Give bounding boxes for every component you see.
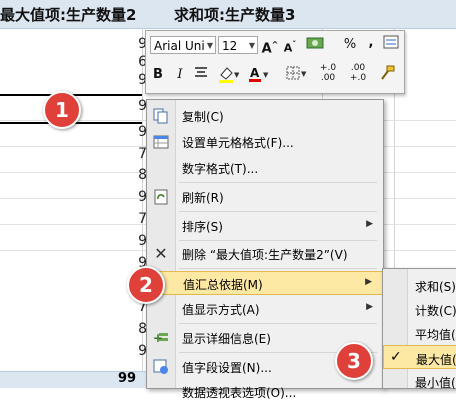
menu-separator	[179, 323, 377, 324]
submenu-item-sum[interactable]: 求和(S)	[383, 273, 456, 297]
menu-item-refresh[interactable]: 刷新(R)	[147, 185, 383, 209]
decrease-decimal-sub: +.0	[349, 73, 367, 83]
decrease-decimal-label: .00	[350, 63, 366, 73]
increase-decimal-sub: .00	[320, 73, 336, 83]
decrease-decimal-button[interactable]: .00 +.0	[344, 63, 372, 83]
submenu-item-label: 计数(C)	[415, 304, 456, 318]
menu-item-label: 值字段设置(N)...	[182, 361, 272, 375]
menu-item-sort[interactable]: 排序(S) ▶	[147, 214, 383, 238]
menu-item-label: 数字格式(T)...	[182, 162, 259, 176]
copy-icon	[153, 108, 169, 124]
shrink-font-icon[interactable]: Aˇ	[281, 35, 299, 55]
submenu-arrow-icon: ▶	[365, 277, 372, 287]
submenu-arrow-icon: ▶	[366, 302, 373, 312]
bold-button[interactable]: B	[150, 65, 166, 85]
header-max-field[interactable]: 最大值项:生产数量2	[0, 4, 136, 25]
menu-item-summarize-by[interactable]: 值汇总依据(M) ▶	[147, 271, 383, 295]
cell-value[interactable]: 9	[131, 189, 147, 205]
grow-font-icon[interactable]: A^	[261, 35, 279, 56]
format-cells-icon	[153, 134, 169, 150]
menu-separator	[179, 240, 377, 241]
menu-item-label: 设置单元格格式(F)...	[182, 136, 294, 150]
submenu-item-label: 最大值(M)	[416, 353, 456, 367]
submenu-item-label: 求和(S)	[415, 280, 456, 294]
increase-decimal-button[interactable]: +.0 .00	[314, 63, 342, 83]
fill-color-icon[interactable]: ▼	[216, 65, 240, 85]
show-details-icon: +	[153, 330, 169, 346]
borders-icon[interactable]: ▼	[284, 65, 308, 85]
cell-value[interactable]: 9	[131, 124, 147, 140]
submenu-item-average[interactable]: 平均值(A)	[383, 321, 456, 345]
cell-value[interactable]: 8	[131, 167, 147, 183]
submenu-item-max[interactable]: ✓ 最大值(M)	[383, 345, 456, 369]
increase-decimal-label: +.0	[319, 63, 337, 73]
format-painter-icon[interactable]	[376, 65, 398, 85]
font-size-box[interactable]: 12 ▼	[218, 36, 258, 54]
header-sum-field[interactable]: 求和项:生产数量3	[174, 4, 295, 25]
font-size-value: 12	[222, 39, 238, 53]
menu-item-show-values-as[interactable]: 值显示方式(A) ▶	[147, 297, 383, 321]
menu-item-format-cells[interactable]: 设置单元格格式(F)...	[147, 130, 383, 154]
submenu-item-label: 最小值(I)	[415, 376, 456, 390]
svg-text:A: A	[250, 66, 260, 80]
italic-button[interactable]: I	[172, 65, 188, 85]
svg-text:+: +	[153, 331, 163, 345]
menu-item-label: 复制(C)	[182, 110, 224, 124]
submenu-item-label: 平均值(A)	[415, 328, 456, 342]
cell-value[interactable]: 7	[131, 211, 147, 227]
cell-value[interactable]: 9	[131, 343, 147, 359]
checkmark-icon: ✓	[390, 349, 402, 365]
align-center-icon[interactable]	[192, 65, 210, 85]
step-badge-2: 2	[127, 266, 165, 304]
submenu-item-count[interactable]: 计数(C)	[383, 297, 456, 321]
font-name-box[interactable]: Arial Uni ▼	[150, 36, 216, 54]
field-settings-icon	[153, 359, 169, 375]
comma-style-button[interactable]: ,	[364, 33, 378, 53]
currency-format-icon[interactable]	[304, 35, 326, 55]
svg-text:▼: ▼	[263, 71, 269, 79]
font-name-value: Arial Uni	[154, 39, 205, 53]
menu-item-label: 删除 “最大值项:生产数量2”(V)	[182, 248, 348, 262]
mini-toolbar: Arial Uni ▼ 12 ▼ A^ Aˇ % , B I ▼ A ▼ ▼ +.…	[145, 30, 405, 94]
cell-value[interactable]: 8	[131, 321, 147, 337]
svg-text:▼: ▼	[234, 71, 239, 79]
grand-total-value[interactable]: 99	[118, 371, 136, 386]
cell-value[interactable]: 7	[131, 146, 147, 162]
summarize-submenu: 求和(S) 计数(C) 平均值(A) ✓ 最大值(M) 最小值(I)	[382, 268, 456, 390]
menu-item-pivot-options[interactable]: 数据透视表选项(O)...	[147, 380, 383, 404]
submenu-arrow-icon: ▶	[366, 219, 373, 229]
menu-item-label: 排序(S)	[182, 220, 223, 234]
step-badge-3: 3	[335, 342, 373, 380]
menu-item-copy[interactable]: 复制(C)	[147, 104, 383, 128]
menu-separator	[179, 211, 377, 212]
submenu-item-min[interactable]: 最小值(I)	[383, 369, 456, 393]
menu-item-label: 值显示方式(A)	[182, 303, 260, 317]
percent-button[interactable]: %	[342, 35, 358, 55]
step-badge-1: 1	[43, 91, 81, 129]
menu-item-label: 值汇总依据(M)	[183, 278, 263, 292]
menu-item-number-format[interactable]: 数字格式(T)...	[147, 156, 383, 180]
menu-item-label: 显示详细信息(E)	[182, 332, 271, 346]
delete-icon: ✕	[154, 244, 168, 263]
menu-item-label: 刷新(R)	[182, 191, 224, 205]
svg-text:▼: ▼	[301, 70, 307, 78]
chevron-down-icon[interactable]: ▼	[249, 37, 255, 55]
menu-separator	[179, 182, 377, 183]
menu-separator	[179, 268, 377, 269]
font-color-icon[interactable]: A ▼	[246, 65, 270, 85]
menu-item-delete-field[interactable]: ✕ 删除 “最大值项:生产数量2”(V)	[147, 242, 383, 266]
refresh-icon	[153, 189, 169, 205]
chevron-down-icon[interactable]: ▼	[207, 37, 213, 55]
format-icon[interactable]	[382, 35, 400, 55]
cell-value[interactable]: 9	[131, 233, 147, 249]
